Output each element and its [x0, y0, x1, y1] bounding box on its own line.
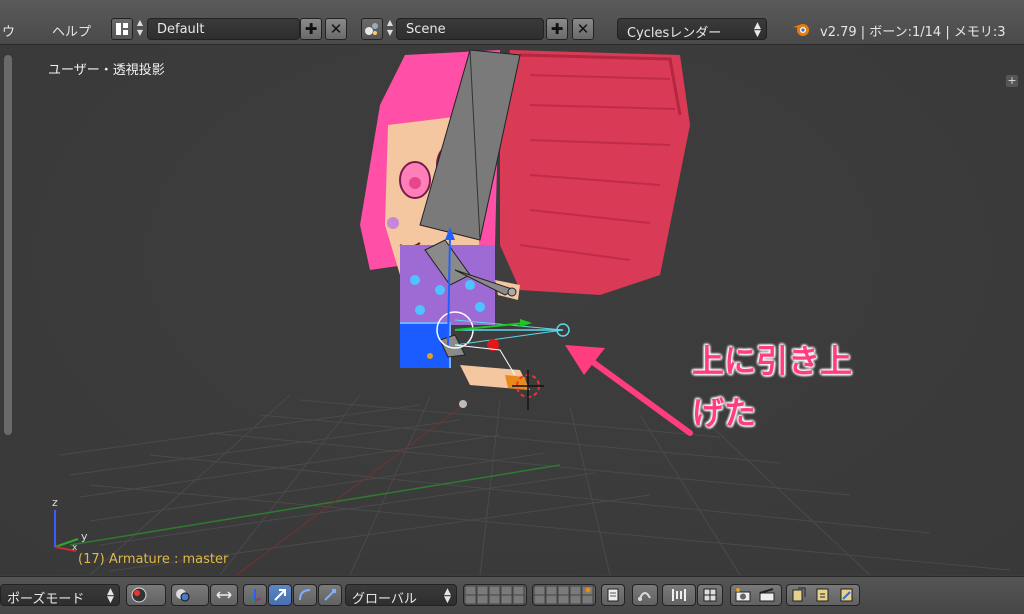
render-engine-select[interactable]: Cyclesレンダー ▲ ▼ — [617, 18, 767, 41]
axis-y-label: y — [81, 530, 88, 543]
layout-name-field[interactable]: Default — [147, 18, 300, 40]
pivot-circles-icon — [176, 589, 190, 602]
annotation-line-1: 上に引き上 — [692, 342, 853, 380]
layout-icon-button[interactable] — [111, 18, 133, 40]
layer-buttons-group-2[interactable] — [532, 584, 596, 606]
manipulator-axes-icon — [248, 589, 262, 602]
viewport-header: ポーズモード ▲ ▼ グローバル ▲ ▼ — [0, 576, 1024, 614]
camera-render-icon — [735, 588, 751, 602]
rotate-arc-icon — [299, 589, 311, 601]
ik-chain-icon — [638, 592, 651, 601]
menu-help[interactable]: ヘルプ — [52, 21, 91, 40]
snap-toggle-button[interactable] — [697, 584, 723, 606]
pivot-point-select[interactable] — [171, 584, 209, 606]
view-type-label: ユーザー・透視投影 — [48, 63, 165, 78]
chevron-updown-icon: ▲ ▼ — [107, 587, 114, 605]
layout-grid-icon — [116, 23, 128, 35]
chevron-updown-icon: ▲ ▼ — [754, 21, 761, 39]
viewport-shading-select[interactable] — [126, 584, 166, 606]
blender-logo-icon — [793, 24, 809, 36]
annotation-text: 上に引き上 げた — [692, 335, 852, 439]
annotation-line-2: げた — [692, 394, 757, 432]
active-object-status: (17) Armature : master — [78, 552, 229, 567]
transform-orientation-select[interactable]: グローバル ▲ ▼ — [345, 584, 457, 607]
paste-pose-icon — [816, 588, 829, 602]
scene-render — [54, 49, 1011, 575]
3d-viewport[interactable]: + z y x ユーザー・透視投影 (17) Armature: master… — [0, 45, 1024, 575]
pose-clipboard-group[interactable] — [786, 584, 860, 606]
add-scene-button[interactable]: ✚ — [546, 18, 568, 40]
floor-grid — [59, 394, 1011, 575]
character-model — [360, 50, 690, 390]
render-buttons-group[interactable] — [730, 584, 782, 606]
snap-grid-icon — [703, 588, 717, 602]
chevron-updown-icon: ▲ ▼ — [444, 587, 451, 605]
shading-sphere-icon — [131, 587, 147, 603]
menu-window-truncated[interactable]: ウ — [2, 21, 15, 40]
manipulator-toggle[interactable] — [243, 584, 267, 606]
rotate-manipulator-button[interactable] — [293, 584, 317, 606]
scene-spin-arrows[interactable]: ▲ ▼ — [384, 18, 396, 40]
layout-spin-arrows[interactable]: ▲ ▼ — [134, 18, 146, 40]
annotation-arrow — [565, 345, 693, 436]
paste-flipped-icon — [840, 588, 853, 602]
scene-name-field[interactable]: Scene — [396, 18, 544, 40]
translate-manipulator-button[interactable] — [268, 584, 292, 606]
mode-select[interactable]: ポーズモード ▲ ▼ — [0, 584, 120, 607]
lock-layers-button[interactable] — [601, 584, 625, 606]
translate-arrow-icon — [274, 589, 286, 601]
copy-pose-icon — [792, 587, 806, 602]
scale-arrow-icon — [324, 589, 336, 601]
clapperboard-icon — [759, 588, 775, 602]
layer-grid-icon — [464, 585, 525, 605]
info-header: ウ ヘルプ ▲ ▼ Default ✚ ✕ ▲ ▼ Scene ✚ ✕ Cycles… — [0, 0, 1024, 45]
document-lock-icon — [607, 588, 619, 602]
delete-scene-button[interactable]: ✕ — [572, 18, 594, 40]
layer-grid-icon — [533, 585, 594, 605]
pose-copy-button[interactable] — [632, 584, 658, 606]
delete-layout-button[interactable]: ✕ — [325, 18, 347, 40]
scale-manipulator-button[interactable] — [318, 584, 342, 606]
add-layout-button[interactable]: ✚ — [300, 18, 322, 40]
axis-z-label: z — [52, 496, 58, 509]
x-mirror-button[interactable] — [662, 584, 696, 606]
manipulate-center-button[interactable] — [210, 584, 238, 606]
mirror-bars-icon — [672, 589, 686, 601]
scene-icon-button[interactable] — [361, 18, 383, 40]
scene-statistics: v2.79 | ボーン:1/14 | メモリ:3 — [820, 25, 1006, 40]
axis-x-label: x — [72, 543, 78, 553]
center-arrows-icon — [216, 591, 232, 599]
layer-buttons-group-1[interactable] — [463, 584, 527, 606]
scene-objects-icon — [365, 23, 378, 35]
